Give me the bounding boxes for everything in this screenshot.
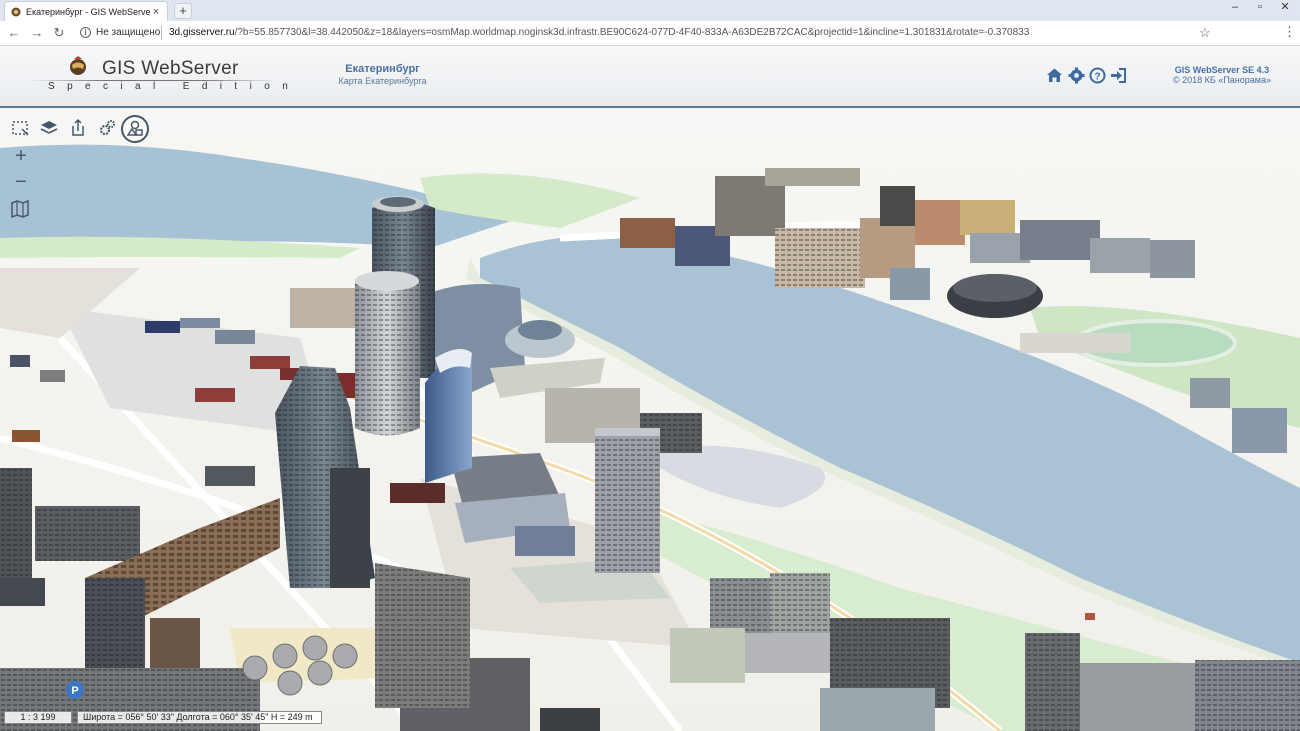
tower-round-grey bbox=[355, 271, 420, 436]
product-name: GIS WebServer bbox=[102, 58, 239, 79]
browser-tab-title: Екатеринбург - GIS WebServer S bbox=[26, 6, 151, 17]
window-close-button[interactable]: ✕ bbox=[1276, 0, 1294, 14]
browser-window: Екатеринбург - GIS WebServer S × + – ▫ ✕… bbox=[0, 0, 1300, 731]
help-icon[interactable]: ? bbox=[1089, 67, 1106, 84]
bookmark-star-icon[interactable]: ☆ bbox=[1199, 25, 1211, 41]
info-icon[interactable]: i bbox=[80, 27, 91, 38]
zoom-out-button[interactable]: − bbox=[10, 171, 32, 193]
map-3d-view[interactable]: P bbox=[0, 108, 1300, 731]
export-tool[interactable] bbox=[67, 117, 89, 139]
settings-tool[interactable] bbox=[96, 117, 118, 139]
tab-close-button[interactable]: × bbox=[151, 6, 161, 18]
layers-tool[interactable] bbox=[38, 117, 60, 139]
parking-letter: P bbox=[71, 685, 78, 697]
url-query: /?b=55.857730&l=38.442050&z=18&layers=os… bbox=[234, 27, 1030, 38]
svg-text:?: ? bbox=[1094, 72, 1100, 83]
coordinates-readout: Широта = 056° 50' 33" Долгота = 060° 35'… bbox=[77, 711, 322, 724]
tower-slab-center bbox=[595, 428, 660, 573]
map-icon bbox=[11, 199, 29, 219]
forward-arrow-icon[interactable]: → bbox=[29, 25, 45, 41]
new-tab-button[interactable]: + bbox=[174, 3, 192, 19]
select-area-icon bbox=[12, 121, 29, 136]
zoom-in-button[interactable]: + bbox=[10, 145, 32, 167]
address-bar: ← → ↻ i Не защищено 3d.gisserver.ru/?b=5… bbox=[0, 21, 1300, 46]
objects-icon bbox=[126, 120, 143, 136]
browser-tab-strip: Екатеринбург - GIS WebServer S × + – ▫ ✕ bbox=[0, 0, 1300, 21]
login-icon[interactable] bbox=[1110, 67, 1127, 84]
copyright-label: © 2018 КБ «Панорама» bbox=[1173, 75, 1271, 85]
export-icon bbox=[72, 118, 84, 136]
home-icon[interactable] bbox=[1046, 67, 1063, 84]
city-title: Екатеринбург bbox=[345, 63, 420, 75]
arena-roof bbox=[953, 274, 1037, 302]
select-area-tool[interactable] bbox=[9, 117, 31, 139]
favicon-icon bbox=[11, 7, 21, 16]
security-label[interactable]: Не защищено bbox=[96, 27, 160, 38]
reload-icon[interactable]: ↻ bbox=[51, 25, 67, 41]
scale-readout: 1 : 3 199 bbox=[4, 711, 72, 724]
map-mode-button[interactable] bbox=[9, 198, 31, 220]
maximize-button[interactable]: ▫ bbox=[1251, 0, 1269, 14]
browser-tab[interactable]: Екатеринбург - GIS WebServer S × bbox=[4, 1, 168, 21]
settings-gear-icon[interactable] bbox=[1068, 67, 1085, 84]
map-scene[interactable]: P bbox=[0, 108, 1300, 731]
map-marker bbox=[1085, 613, 1095, 620]
product-edition: Special Edition bbox=[48, 81, 301, 92]
url-host: 3d.gisserver.ru bbox=[169, 27, 235, 38]
version-label: GIS WebServer SE 4.3 bbox=[1174, 65, 1270, 75]
url-separator bbox=[161, 26, 162, 40]
minimize-button[interactable]: – bbox=[1226, 0, 1244, 14]
app-header: GIS WebServer Special Edition Екатеринбу… bbox=[0, 46, 1300, 108]
objects-tool[interactable] bbox=[121, 115, 149, 143]
layers-icon bbox=[40, 121, 58, 134]
back-arrow-icon[interactable]: ← bbox=[6, 25, 22, 41]
settings-icon bbox=[99, 120, 115, 136]
map-subtitle: Карта Екатеринбурга bbox=[338, 76, 427, 86]
globe-logo-icon bbox=[70, 56, 86, 75]
url-field[interactable]: 3d.gisserver.ru/?b=55.857730&l=38.442050… bbox=[169, 27, 1029, 38]
browser-menu-icon[interactable]: ⋮ bbox=[1283, 24, 1296, 40]
